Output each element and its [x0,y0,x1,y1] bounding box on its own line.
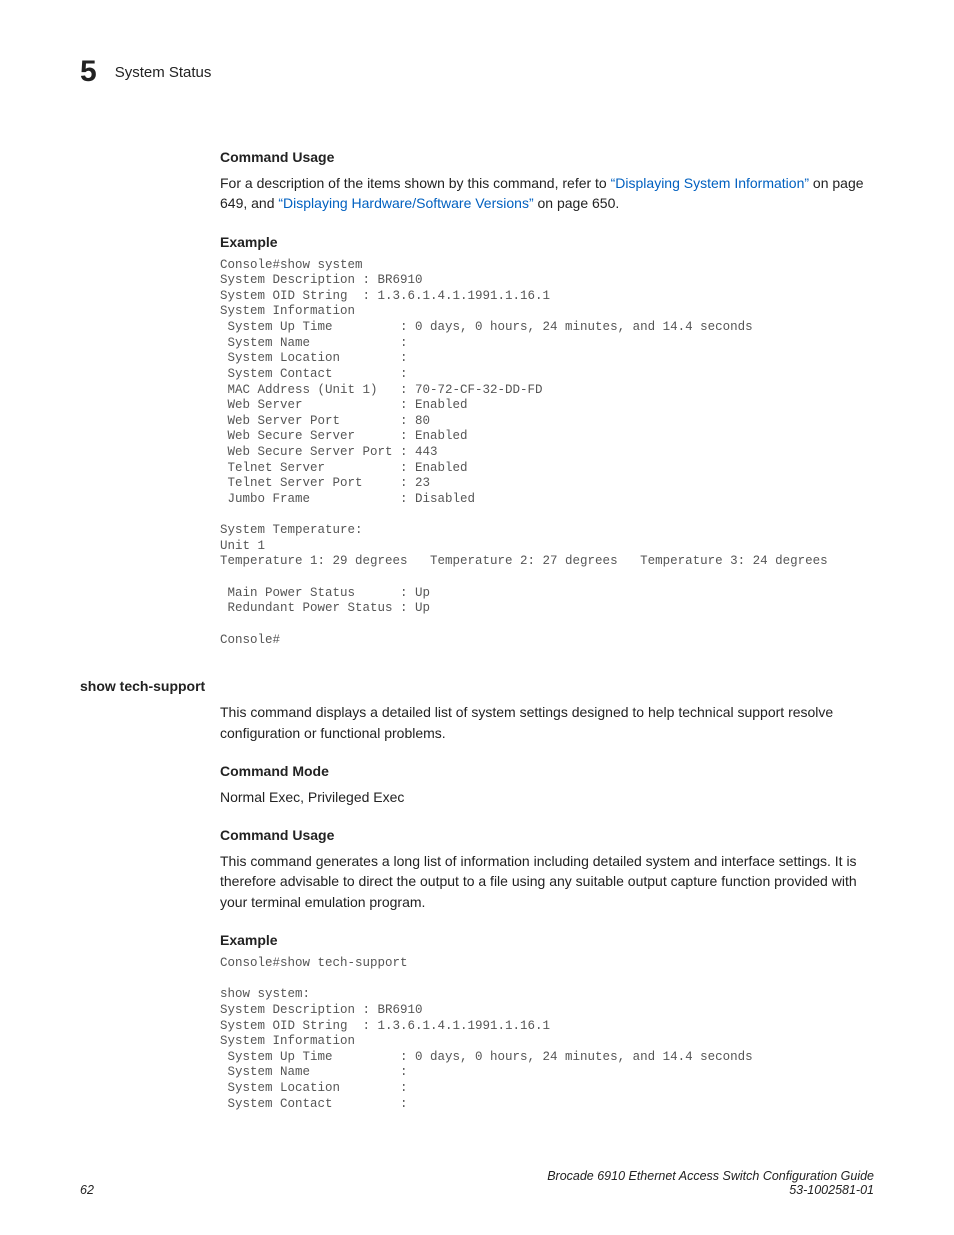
text: For a description of the items shown by … [220,175,611,191]
page-number: 62 [80,1183,94,1197]
link-displaying-hardware-software-versions[interactable]: “Displaying Hardware/Software Versions” [278,195,533,211]
page-footer: 62 Brocade 6910 Ethernet Access Switch C… [80,1169,874,1197]
command-usage-paragraph: For a description of the items shown by … [220,173,874,214]
text: on page 650. [534,195,620,211]
intro-paragraph: This command displays a detailed list of… [220,702,874,743]
example-code-block: Console#show system System Description :… [220,258,874,649]
example-code-block: Console#show tech-support show system: S… [220,956,874,1112]
running-header: 5 System Status [80,55,874,89]
heading-command-mode: Command Mode [220,763,874,779]
page: 5 System Status Command Usage For a desc… [0,0,954,1235]
doc-title: Brocade 6910 Ethernet Access Switch Conf… [547,1169,874,1183]
link-displaying-system-information[interactable]: “Displaying System Information” [611,175,809,191]
footer-right: Brocade 6910 Ethernet Access Switch Conf… [547,1169,874,1197]
chapter-title: System Status [115,64,212,81]
body-column: This command displays a detailed list of… [220,702,874,1112]
body-column: Command Usage For a description of the i… [220,149,874,648]
command-usage-text: This command generates a long list of in… [220,851,874,912]
heading-command-usage: Command Usage [220,149,874,165]
doc-id: 53-1002581-01 [789,1183,874,1197]
heading-example: Example [220,932,874,948]
chapter-number: 5 [80,55,97,89]
heading-command-usage: Command Usage [220,827,874,843]
heading-example: Example [220,234,874,250]
command-mode-text: Normal Exec, Privileged Exec [220,787,874,807]
command-name-show-tech-support: show tech-support [80,678,874,694]
